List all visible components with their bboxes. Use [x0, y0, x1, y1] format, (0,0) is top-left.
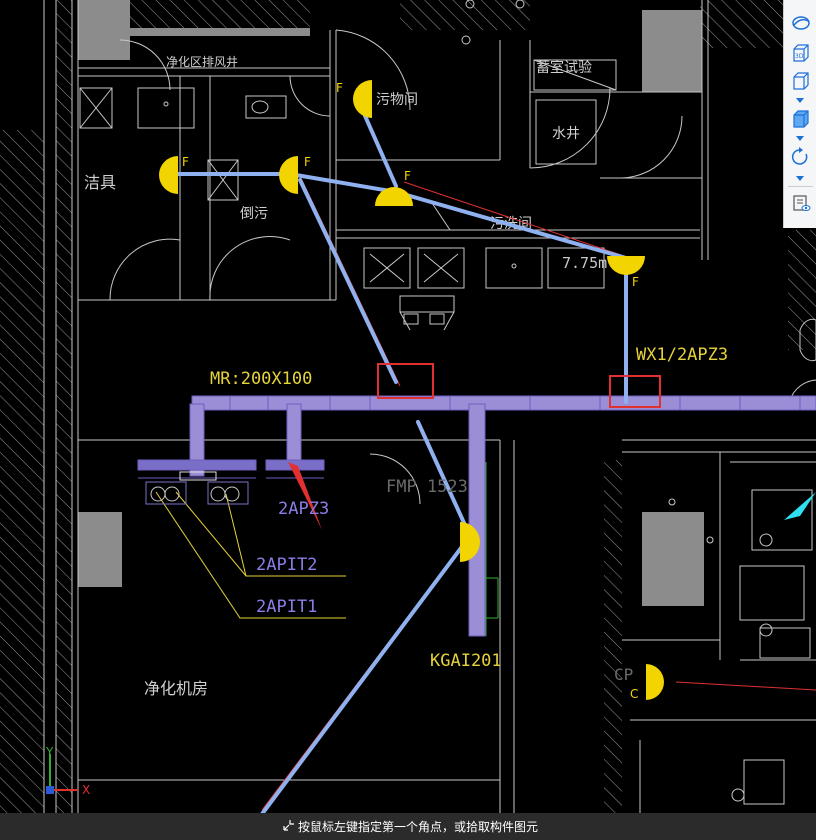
svg-text:F: F — [336, 81, 343, 95]
label-purification-room: 净化机房 — [144, 679, 208, 698]
cad-drawing-canvas[interactable]: 净化区排风井 洁具 污物间 倒污 污洗间 蓄室试验 水井 净化机房 F F F … — [0, 0, 816, 840]
svg-text:3D: 3D — [795, 53, 804, 60]
axis-x-label: X — [82, 783, 90, 797]
tag-apit2: 2APIT2 — [256, 555, 317, 575]
equipment-markers[interactable] — [159, 80, 664, 836]
box-solid-button[interactable] — [789, 108, 812, 130]
tag-fmp: FMP 1523 — [386, 477, 468, 497]
tag-kgai: KGAI201 — [430, 651, 502, 671]
label-storage-water: 蓄室试验 — [536, 59, 592, 76]
command-prompt-text: 按鼠标左键指定第一个角点，或拾取构件图元 — [298, 820, 539, 834]
cyan-marker — [784, 492, 816, 520]
label-clean-exhaust-shaft: 净化区排风井 — [166, 55, 238, 69]
cable-tray[interactable] — [137, 395, 816, 637]
axis-y-label: Y — [45, 745, 54, 759]
box-outline-button[interactable] — [789, 70, 812, 92]
rotate-icon — [791, 147, 807, 165]
box-outline-icon — [792, 72, 809, 90]
view-toolbar: 3D — [783, 0, 816, 228]
tag-apit1: 2APIT1 — [256, 597, 317, 617]
rotate-button[interactable] — [789, 146, 812, 168]
orbit-icon — [791, 16, 810, 30]
tag-elevation: 7.75m — [562, 254, 607, 272]
layer-visibility-button[interactable] — [789, 192, 812, 214]
layer-visibility-icon — [792, 195, 810, 211]
label-water-well: 水井 — [552, 126, 580, 142]
label-sanitary-ware: 洁具 — [84, 173, 116, 192]
svg-text:F: F — [304, 155, 311, 169]
svg-text:F: F — [632, 275, 639, 289]
tag-mr-size: MR:200X100 — [210, 369, 312, 389]
svg-text:F: F — [182, 155, 189, 169]
view-3d-icon: 3D — [792, 44, 809, 62]
svg-text:F: F — [404, 169, 411, 183]
toolbar-divider — [788, 186, 813, 187]
box-solid-icon — [792, 110, 809, 128]
label-sewage-tilted: 倒污 — [240, 206, 268, 222]
view-3d-button[interactable]: 3D — [789, 42, 812, 64]
room-labels: 净化区排风井 洁具 污物间 倒污 污洗间 蓄室试验 水井 净化机房 — [84, 55, 592, 698]
chevron-down-icon[interactable] — [796, 98, 804, 103]
chevron-down-icon[interactable] — [796, 176, 804, 181]
chevron-down-icon[interactable] — [796, 136, 804, 141]
tag-apz: 2APZ3 — [278, 499, 329, 519]
orbit-button[interactable] — [789, 12, 812, 34]
svg-text:C: C — [630, 687, 638, 701]
label-sewage-room: 污物间 — [376, 92, 418, 108]
red-arrow-marker — [288, 462, 322, 530]
cursor-icon — [283, 820, 294, 831]
tag-cp: CP — [614, 665, 633, 684]
tag-wx-panel: WX1/2APZ3 — [636, 345, 728, 365]
command-status-bar: 按鼠标左键指定第一个角点，或拾取构件图元 — [0, 813, 816, 840]
